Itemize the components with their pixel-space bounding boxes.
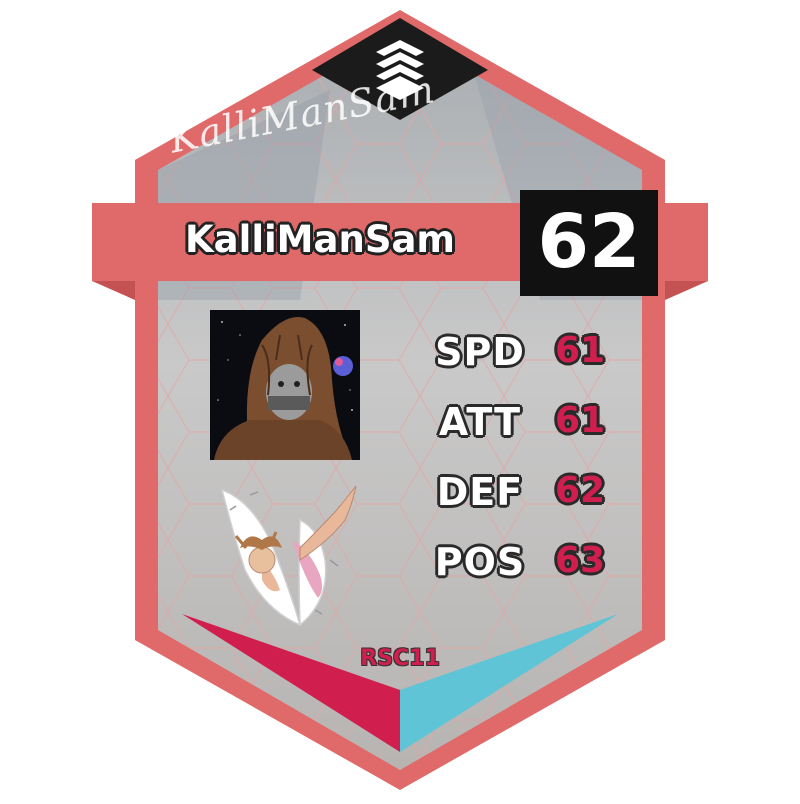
name-banner-right [658,203,708,281]
hairy-creature-avatar [210,310,360,460]
player-name: KalliManSam [185,218,455,261]
stat-value-spd: 61 [554,330,606,371]
player-card: KalliManSam KalliManSam 62 SPD 61 ATT 61… [0,0,800,800]
overall-rating: 62 [520,190,658,296]
stat-label-spd: SPD [435,330,525,374]
card-frame [92,10,708,790]
stat-label-pos: POS [434,540,526,584]
stat-value-def: 62 [554,470,606,511]
stat-value-pos: 63 [554,540,606,581]
season-label: RSC11 [360,646,440,671]
stat-label-def: DEF [436,470,524,514]
stat-label-att: ATT [438,400,522,444]
stat-value-att: 61 [554,400,606,441]
